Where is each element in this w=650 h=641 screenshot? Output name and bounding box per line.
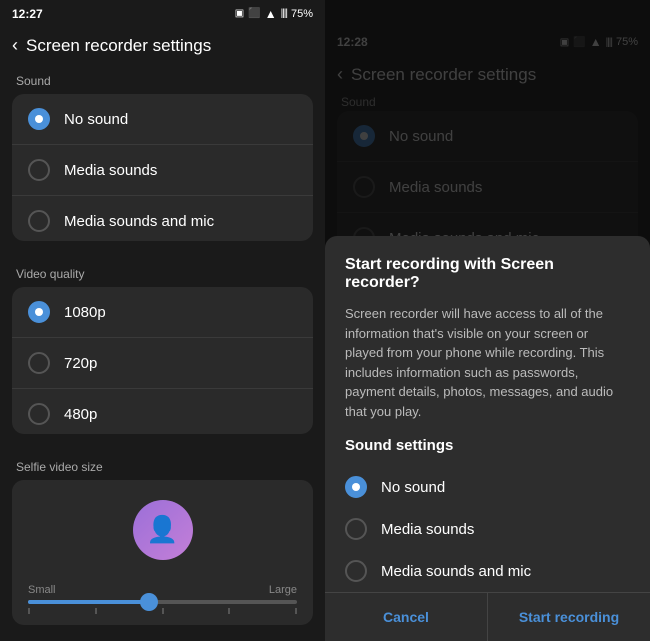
- sound-options-card: No sound Media sounds Media sounds and m…: [12, 94, 313, 241]
- dialog-media-sounds-mic-label: Media sounds and mic: [381, 563, 531, 580]
- 480p-option[interactable]: 480p: [12, 389, 313, 434]
- media-sounds-radio[interactable]: [28, 159, 50, 181]
- media-sounds-label: Media sounds: [64, 162, 157, 179]
- dialog-media-sounds-option[interactable]: Media sounds: [345, 508, 630, 550]
- media-sounds-option[interactable]: Media sounds: [12, 145, 313, 196]
- slider-ticks: [28, 608, 297, 614]
- 720p-option[interactable]: 720p: [12, 338, 313, 389]
- dialog-no-sound-option[interactable]: No sound: [345, 466, 630, 508]
- dialog-no-sound-label: No sound: [381, 479, 445, 496]
- left-status-bar: 12:27 ▣ ⬛ ▲ |||| 75%: [0, 0, 325, 27]
- selfie-section-card: 👤 Small Large: [12, 480, 313, 625]
- dialog-no-sound-radio-inner: [352, 483, 360, 491]
- dialog-no-sound-radio[interactable]: [345, 476, 367, 498]
- start-recording-dialog: Start recording with Screen recorder? Sc…: [325, 236, 650, 641]
- 1080p-label: 1080p: [64, 304, 106, 321]
- notification-icon: ▣: [235, 8, 244, 19]
- selfie-preview: 👤: [12, 480, 313, 580]
- dialog-actions: Cancel Start recording: [325, 592, 650, 641]
- 1080p-radio[interactable]: [28, 301, 50, 323]
- 1080p-radio-inner: [35, 308, 43, 316]
- media-sounds-mic-option[interactable]: Media sounds and mic: [12, 196, 313, 241]
- dialog-sound-section-title: Sound settings: [345, 437, 630, 454]
- cancel-button[interactable]: Cancel: [325, 595, 487, 639]
- selfie-slider[interactable]: [28, 600, 297, 604]
- tick-5: [295, 608, 297, 614]
- left-panel: 12:27 ▣ ⬛ ▲ |||| 75% ‹ Screen recorder s…: [0, 0, 325, 641]
- avatar: 👤: [133, 500, 193, 560]
- dialog-media-sounds-radio[interactable]: [345, 518, 367, 540]
- tick-1: [28, 608, 30, 614]
- dialog-overlay: Start recording with Screen recorder? Sc…: [325, 0, 650, 641]
- left-battery: 75%: [291, 8, 313, 20]
- 480p-radio[interactable]: [28, 403, 50, 425]
- 720p-label: 720p: [64, 355, 97, 372]
- avatar-icon: 👤: [146, 514, 178, 545]
- left-top-bar: ‹ Screen recorder settings: [0, 27, 325, 64]
- no-sound-radio[interactable]: [28, 108, 50, 130]
- video-section-label: Video quality: [0, 257, 325, 287]
- slider-thumb[interactable]: [140, 593, 158, 611]
- no-sound-label: No sound: [64, 111, 128, 128]
- signal-icon: ||||: [281, 8, 287, 19]
- screenshot-icon: ⬛: [248, 8, 260, 19]
- left-back-button[interactable]: ‹: [12, 35, 18, 56]
- wifi-icon: ▲: [265, 7, 277, 21]
- slider-labels: Small Large: [28, 584, 297, 596]
- tick-4: [228, 608, 230, 614]
- left-page-title: Screen recorder settings: [26, 36, 211, 56]
- media-sounds-mic-label: Media sounds and mic: [64, 213, 214, 230]
- dialog-body: Screen recorder will have access to all …: [345, 304, 630, 421]
- selfie-slider-row: Small Large: [12, 580, 313, 625]
- dialog-media-sounds-label: Media sounds: [381, 521, 474, 538]
- dialog-media-sounds-mic-option[interactable]: Media sounds and mic: [345, 550, 630, 592]
- slider-large-label: Large: [269, 584, 297, 596]
- video-options-card: 1080p 720p 480p: [12, 287, 313, 434]
- slider-fill: [28, 600, 149, 604]
- left-status-icons: ▣ ⬛ ▲ |||| 75%: [235, 7, 313, 21]
- tick-3: [162, 608, 164, 614]
- right-panel: 12:28 ▣ ⬛ ▲ |||| 75% ‹ Screen recorder s…: [325, 0, 650, 641]
- 480p-label: 480p: [64, 406, 97, 423]
- no-sound-radio-inner: [35, 115, 43, 123]
- sound-section-label: Sound: [0, 64, 325, 94]
- no-sound-option[interactable]: No sound: [12, 94, 313, 145]
- slider-small-label: Small: [28, 584, 56, 596]
- dialog-media-sounds-mic-radio[interactable]: [345, 560, 367, 582]
- media-sounds-mic-radio[interactable]: [28, 210, 50, 232]
- left-time: 12:27: [12, 7, 43, 21]
- 720p-radio[interactable]: [28, 352, 50, 374]
- start-recording-button[interactable]: Start recording: [488, 595, 650, 639]
- selfie-section-label: Selfie video size: [0, 450, 325, 480]
- 1080p-option[interactable]: 1080p: [12, 287, 313, 338]
- dialog-title: Start recording with Screen recorder?: [345, 256, 630, 292]
- tick-2: [95, 608, 97, 614]
